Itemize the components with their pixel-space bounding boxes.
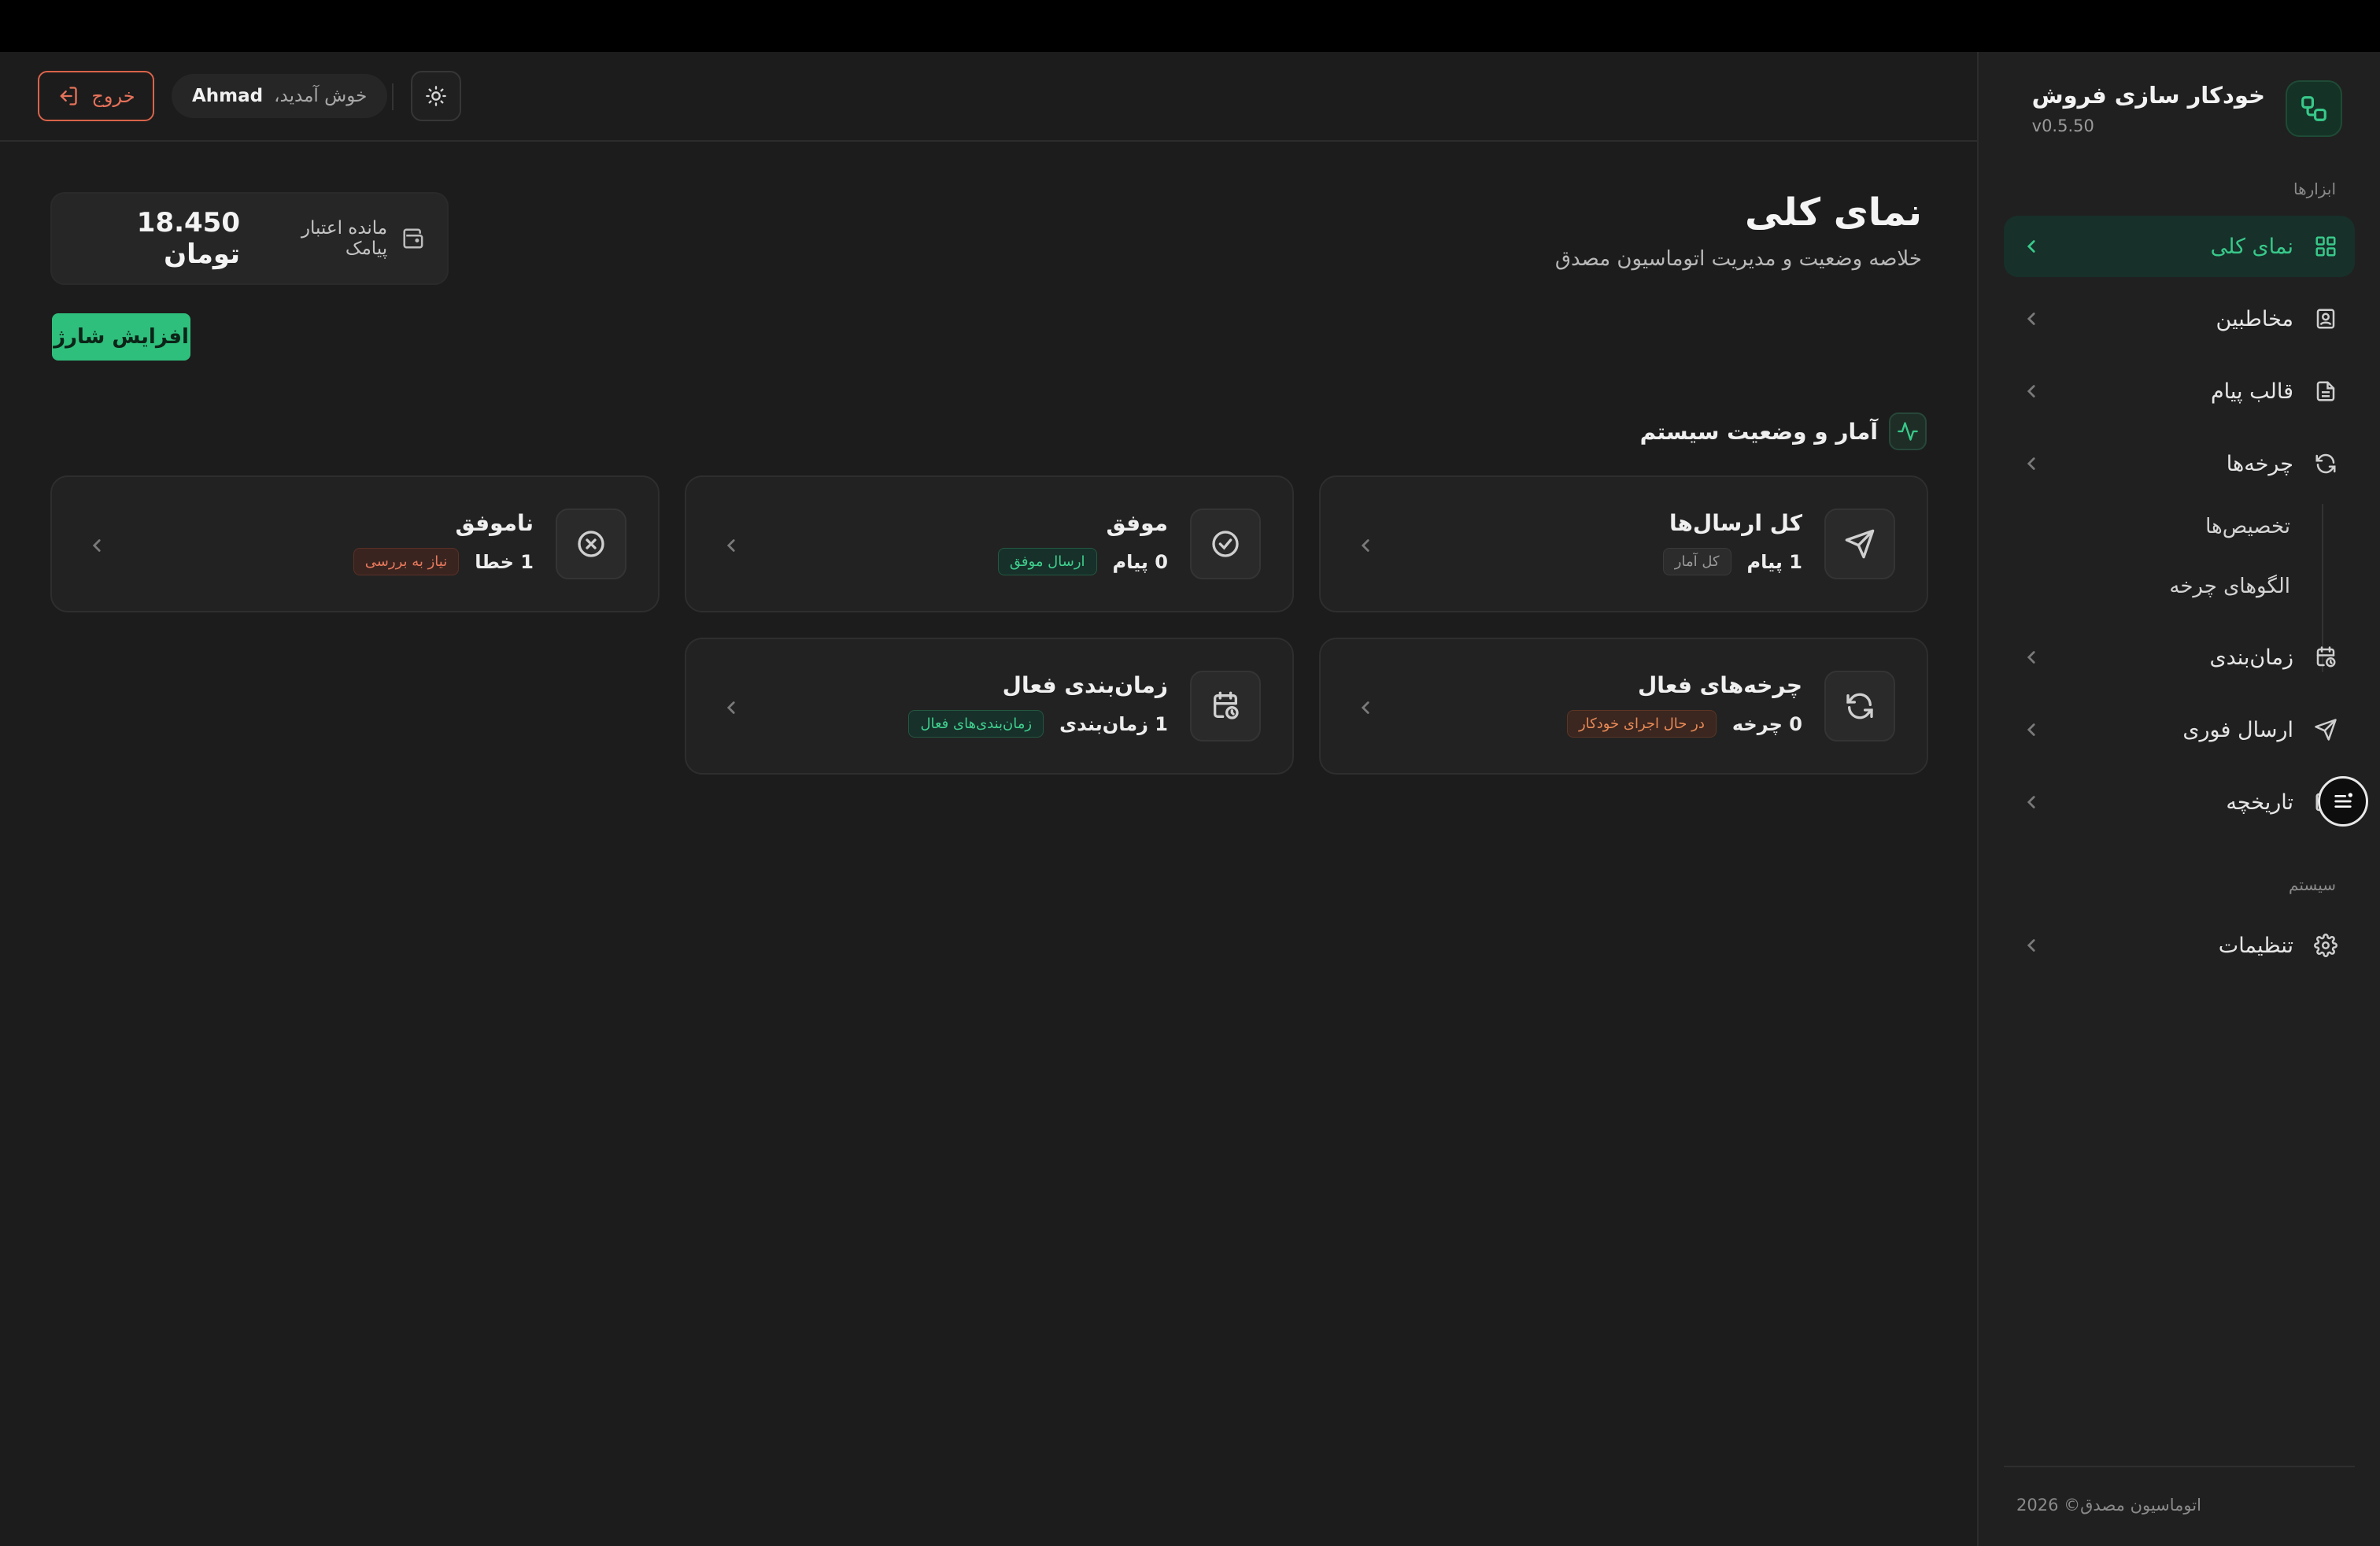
welcome-greeting: خوش آمدید، (274, 86, 368, 106)
card-title: ناموفق (455, 510, 534, 536)
brand: خودکار سازی فروش v0.5.50 (2032, 80, 2342, 137)
chevron-left-icon (2027, 723, 2035, 736)
sidebar-item-cycles[interactable]: چرخه‌ها (2004, 433, 2355, 494)
sidebar-item-overview[interactable]: نمای کلی (2004, 216, 2355, 277)
chevron-left-icon (2027, 796, 2035, 808)
credit-value: 18.450 تومان (136, 207, 240, 270)
app-version: v0.5.50 (2031, 117, 2094, 135)
chevron-left-icon (2027, 939, 2035, 952)
user-name: Ahmad (192, 86, 264, 106)
status-badge: زمان‌بندی‌های فعال (908, 710, 1044, 738)
status-badge: نیاز به بررسی (353, 548, 460, 575)
header-divider (392, 83, 394, 110)
increase-charge-button[interactable]: افزایش شارژ (52, 313, 190, 361)
sidebar-item-label: قالب پیام (2210, 379, 2293, 404)
status-badge: کل آمار (1662, 548, 1731, 575)
welcome-pill: خوش آمدید، Ahmad (172, 74, 388, 118)
sms-credit-card: مانده اعتبار پیامک 18.450 تومان (50, 192, 449, 285)
menu-icon (2334, 793, 2352, 808)
app-title: خودکار سازی فروش (2031, 82, 2265, 109)
page-subtitle: خلاصه وضعیت و مدیریت اتوماسیون مصدق (1554, 247, 1922, 271)
card-value: 1 زمان‌بندی (1059, 712, 1168, 735)
chevron-left-icon (2027, 240, 2035, 253)
sidebar-item-message-template[interactable]: قالب پیام (2004, 361, 2355, 422)
chevron-left-icon (726, 539, 735, 552)
page-title: نمای کلی (1745, 190, 1922, 235)
sidebar-item-instant-send[interactable]: ارسال فوری (2004, 699, 2355, 760)
sidebar-subitem-allocations[interactable]: تخصیص‌ها (2205, 515, 2290, 538)
sidebar-item-label: تنظیمات (2218, 933, 2293, 958)
card-title: موفق (1106, 510, 1168, 536)
stats-section-title: آمار و وضعیت سیستم (1639, 418, 1878, 445)
stat-card-successful[interactable]: موفق 0 پیام ارسال موفق (685, 475, 1294, 612)
sidebar-subitem-cycle-patterns[interactable]: الگوهای چرخه (2169, 575, 2290, 598)
calendar-clock-icon (2316, 646, 2336, 668)
theme-toggle-button[interactable] (411, 71, 461, 121)
app-logo-icon (2286, 80, 2342, 137)
sun-icon (426, 86, 446, 106)
app-root: خودکار سازی فروش v0.5.50 ابزارها نمای کل… (0, 52, 2380, 1546)
sidebar-item-scheduling[interactable]: زمان‌بندی (2004, 627, 2355, 688)
chevron-left-icon (2027, 457, 2035, 470)
send-icon (2315, 719, 2337, 741)
wallet-icon (403, 228, 423, 249)
card-title: کل ارسال‌ها (1669, 510, 1802, 536)
calendar-clock-icon (1190, 671, 1261, 742)
check-circle-icon (1190, 509, 1261, 579)
stats-section-header: آمار و وضعیت سیستم (1640, 412, 1927, 450)
card-value: 0 چرخه (1731, 712, 1802, 735)
sidebar-item-label: چرخه‌ها (2226, 451, 2293, 476)
send-icon (1824, 509, 1895, 579)
card-value: 0 پیام (1112, 550, 1168, 573)
chevron-left-icon (1361, 539, 1369, 552)
card-value: 1 خطا (475, 550, 534, 573)
logout-button[interactable]: خروج (38, 71, 154, 121)
chevron-left-icon (92, 539, 101, 552)
sidebar-item-label: نمای کلی (2210, 234, 2293, 259)
chevron-left-icon (2027, 313, 2035, 325)
chevron-left-icon (726, 701, 735, 714)
sidebar-section-system: سیستم (2289, 875, 2336, 894)
refresh-icon (1824, 671, 1895, 742)
logout-label: خروج (91, 85, 135, 107)
status-badge: در حال اجرای خودکار (1566, 710, 1717, 738)
chevron-left-icon (2027, 385, 2035, 398)
sidebar-section-tools: ابزارها (2293, 179, 2336, 198)
credit-label: مانده اعتبار پیامک (301, 218, 388, 259)
document-icon (2316, 381, 2335, 401)
chevron-left-icon (2027, 651, 2035, 664)
sidebar-footer-divider (2004, 1466, 2355, 1467)
sidebar-item-history[interactable]: تاریخچه (2004, 771, 2355, 833)
chevron-left-icon (1361, 701, 1369, 714)
sidebar-item-label: زمان‌بندی (2209, 645, 2293, 670)
x-circle-icon (556, 509, 626, 579)
sidebar-item-label: مخاطبین (2216, 306, 2293, 331)
contact-icon (2316, 309, 2335, 329)
stat-card-active-cycles[interactable]: چرخه‌های فعال 0 چرخه در حال اجرای خودکار (1319, 638, 1928, 775)
sidebar-item-settings[interactable]: تنظیمات (2004, 915, 2355, 976)
sidebar-footer: اتوماسیون مصدق© 2026 (2016, 1496, 2201, 1515)
sidebar-item-label: ارسال فوری (2182, 717, 2293, 742)
logout-icon (61, 87, 78, 105)
status-badge: ارسال موفق (997, 548, 1097, 575)
stat-card-active-schedules[interactable]: زمان‌بندی فعال 1 زمان‌بندی زمان‌بندی‌های… (685, 638, 1294, 775)
gear-icon (2314, 934, 2338, 957)
grid-icon (2315, 236, 2336, 257)
refresh-icon (2315, 453, 2336, 474)
top-header: خروج خوش آمدید، Ahmad (0, 52, 1977, 142)
top-bar (0, 0, 2380, 52)
stat-card-failed[interactable]: ناموفق 1 خطا نیاز به بررسی (50, 475, 660, 612)
card-value: 1 پیام (1746, 550, 1802, 573)
card-title: چرخه‌های فعال (1637, 672, 1802, 698)
stat-card-total-sends[interactable]: کل ارسال‌ها 1 پیام کل آمار (1319, 475, 1928, 612)
sidebar-item-contacts[interactable]: مخاطبین (2004, 288, 2355, 350)
card-title: زمان‌بندی فعال (1002, 672, 1168, 698)
sidebar-item-label: تاریخچه (2226, 790, 2293, 815)
activity-icon (1889, 412, 1927, 450)
floating-menu-button[interactable] (2318, 776, 2368, 827)
